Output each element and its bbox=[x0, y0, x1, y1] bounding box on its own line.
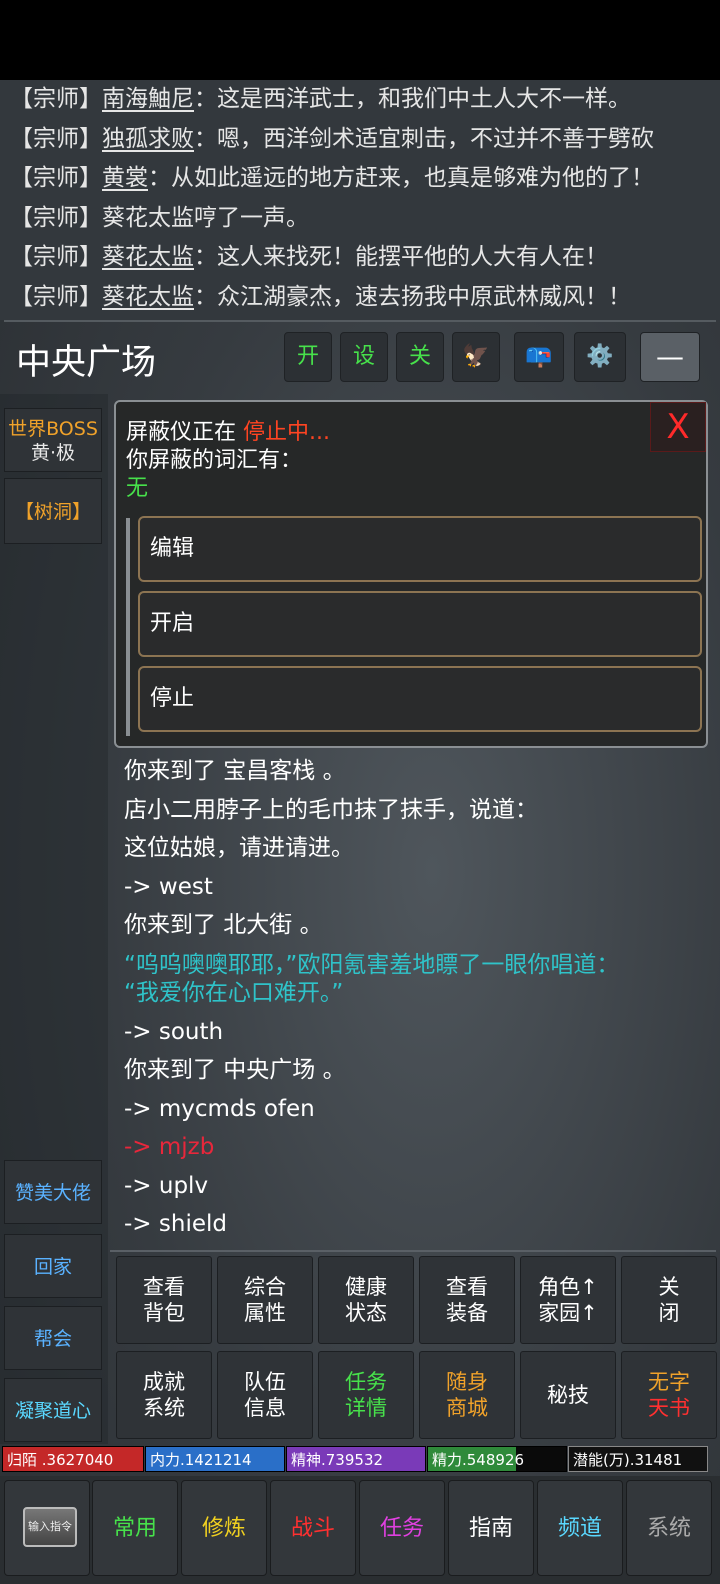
health-status-button[interactable]: 健康 状态 bbox=[318, 1256, 414, 1344]
achievements-button[interactable]: 成就 系统 bbox=[116, 1351, 212, 1439]
world-boss-button[interactable]: 世界BOSS 黄·极 bbox=[4, 408, 102, 472]
chat-speaker[interactable]: 葵花太监 bbox=[102, 244, 194, 270]
bottom-nav: 输入指令 常用 修炼 战斗 任务 指南 频道 系统 bbox=[0, 1476, 720, 1584]
condense-heart-button[interactable]: 凝聚道心 bbox=[4, 1378, 102, 1442]
close-icon[interactable]: X bbox=[650, 402, 706, 452]
go-home-button[interactable]: 回家 bbox=[4, 1234, 102, 1298]
task-details-button[interactable]: 任务 详情 bbox=[318, 1351, 414, 1439]
nav-guide[interactable]: 指南 bbox=[448, 1480, 534, 1576]
potential-bar: 潜能(万).31481 bbox=[568, 1446, 708, 1472]
tree-hole-button[interactable]: 【树洞】 bbox=[4, 478, 102, 544]
shield-dialog: X 屏蔽仪正在 停止中... 你屏蔽的词汇有： 无 编辑 开启 停止 bbox=[114, 400, 708, 748]
settings-text-button[interactable]: 设 bbox=[340, 332, 388, 382]
log-line: -> mycmds ofen bbox=[124, 1095, 315, 1122]
chat-speaker[interactable]: 南海鮋尼 bbox=[102, 86, 194, 112]
chat-speaker[interactable]: 独孤求败 bbox=[102, 126, 194, 152]
enable-button[interactable]: 开启 bbox=[138, 591, 702, 657]
blocked-words-value: 无 bbox=[126, 476, 149, 501]
keyboard-icon: 输入指令 bbox=[23, 1507, 77, 1547]
jingli-bar: 精力.548926 bbox=[427, 1446, 567, 1472]
open-channel-button[interactable]: 开 bbox=[284, 332, 332, 382]
praise-button[interactable]: 赞美大佬 bbox=[4, 1160, 102, 1224]
log-line: 你来到了 中央广场 。 bbox=[124, 1057, 346, 1083]
scrollbar[interactable] bbox=[126, 518, 130, 736]
chat-line: 【宗师】独孤求败：嗯，西洋剑术适宜刺击，不过并不善于劈砍 bbox=[10, 125, 654, 152]
status-bar bbox=[0, 0, 720, 80]
chat-line: 【宗师】葵花太监：这人来找死！能摆平他的人大有人在！ bbox=[10, 244, 608, 270]
eagle-icon[interactable]: 🦅 bbox=[452, 332, 500, 382]
location-header: 中央广场 开 设 关 🦅 📪 ⚙️ — bbox=[0, 322, 720, 394]
shop-button[interactable]: 随身 商城 bbox=[419, 1351, 515, 1439]
message-log: 你来到了 宝昌客栈 。 店小二用脖子上的毛巾抹了抹手，说道： 这位姑娘，请进请进… bbox=[124, 752, 714, 1244]
left-sidebar: 世界BOSS 黄·极 【树洞】 赞美大佬 回家 帮会 凝聚道心 bbox=[0, 394, 108, 1444]
blocked-words-label: 你屏蔽的词汇有： bbox=[126, 448, 303, 473]
jingshen-bar: 精神.739532 bbox=[286, 1446, 426, 1472]
log-line: “我爱你在心口难开。” bbox=[124, 979, 344, 1006]
chat-line: 【宗师】南海鮋尼：这是西洋武士，和我们中土人大不一样。 bbox=[10, 86, 631, 112]
input-command-button[interactable]: 输入指令 bbox=[4, 1480, 90, 1576]
divider bbox=[110, 1250, 716, 1252]
nav-fight[interactable]: 战斗 bbox=[270, 1480, 356, 1576]
close-channel-button[interactable]: 关 bbox=[396, 332, 444, 382]
secret-skills-button[interactable]: 秘技 bbox=[520, 1351, 616, 1439]
attributes-button[interactable]: 综合 属性 bbox=[217, 1256, 313, 1344]
log-line: 你来到了 北大街 。 bbox=[124, 912, 323, 938]
chat-line: 【宗师】葵花太监哼了一声。 bbox=[10, 204, 309, 231]
nav-task[interactable]: 任务 bbox=[359, 1480, 445, 1576]
close-panel-button[interactable]: 关闭 bbox=[621, 1256, 717, 1344]
wordless-book-button[interactable]: 无字 天书 bbox=[621, 1351, 717, 1439]
nav-common[interactable]: 常用 bbox=[92, 1480, 178, 1576]
log-line: 店小二用脖子上的毛巾抹了抹手，说道： bbox=[124, 796, 538, 823]
chat-line: 【宗师】黄裳：从如此遥远的地方赶来，也真是够难为他的了！ bbox=[10, 165, 654, 191]
minimize-button[interactable]: — bbox=[640, 332, 700, 382]
neili-bar: 内力.1421214 bbox=[145, 1446, 285, 1472]
chat-line: 【宗师】葵花太监：众江湖豪杰，速去扬我中原武林威风！！ bbox=[10, 283, 631, 310]
team-info-button[interactable]: 队伍 信息 bbox=[217, 1351, 313, 1439]
hp-bar: 归陌 .3627040 bbox=[2, 1446, 144, 1472]
stop-button[interactable]: 停止 bbox=[138, 666, 702, 732]
log-line: 这位姑娘，请进请进。 bbox=[124, 835, 354, 861]
view-bag-button[interactable]: 查看 背包 bbox=[116, 1256, 212, 1344]
log-line: 你来到了 宝昌客栈 。 bbox=[124, 758, 346, 784]
edit-button[interactable]: 编辑 bbox=[138, 516, 702, 582]
world-boss-name: 黄·极 bbox=[30, 442, 76, 464]
log-line: -> west bbox=[124, 873, 213, 900]
nav-channel[interactable]: 频道 bbox=[537, 1480, 623, 1576]
nav-train[interactable]: 修炼 bbox=[181, 1480, 267, 1576]
stat-bars: 归陌 .3627040 内力.1421214 精神.739532 精力.5489… bbox=[2, 1446, 718, 1474]
guild-button[interactable]: 帮会 bbox=[4, 1306, 102, 1370]
mailbox-icon[interactable]: 📪 bbox=[514, 332, 564, 382]
log-line: “呜呜噢噢耶耶，”欧阳氪害羞地瞟了一眼你唱道： bbox=[124, 951, 620, 978]
chat-speaker[interactable]: 黄裳 bbox=[102, 165, 148, 191]
nav-system[interactable]: 系统 bbox=[626, 1480, 712, 1576]
location-title: 中央广场 bbox=[16, 343, 157, 383]
view-equipment-button[interactable]: 查看 装备 bbox=[419, 1256, 515, 1344]
world-boss-label: 世界BOSS bbox=[8, 418, 98, 440]
log-line: -> uplv bbox=[124, 1172, 209, 1199]
gear-icon[interactable]: ⚙️ bbox=[574, 332, 626, 382]
chat-speaker[interactable]: 葵花太监 bbox=[102, 284, 194, 310]
log-line: -> south bbox=[124, 1018, 224, 1045]
log-line: -> mjzb bbox=[124, 1134, 215, 1160]
world-chat: 【宗师】南海鮋尼：这是西洋武士，和我们中土人大不一样。 【宗师】独孤求败：嗯，西… bbox=[0, 80, 720, 320]
role-home-button[interactable]: 角色↑ 家园↑ bbox=[520, 1256, 616, 1344]
log-line: -> shield bbox=[124, 1211, 227, 1237]
